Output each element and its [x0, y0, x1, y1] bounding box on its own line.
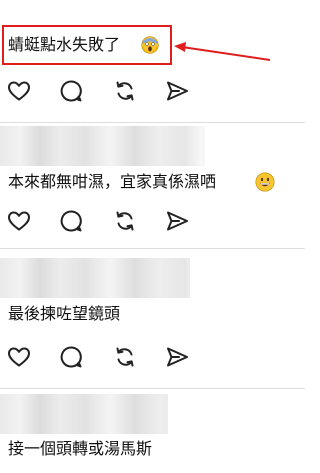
annotation-highlight-box	[2, 25, 172, 65]
grinning-face-icon	[255, 172, 275, 192]
action-bar	[6, 208, 196, 234]
divider	[0, 122, 305, 123]
comment-icon[interactable]	[58, 78, 84, 104]
share-icon[interactable]	[164, 344, 190, 370]
comment-text: 本來都無咁濕，宜家真係濕哂	[8, 172, 217, 191]
author-name-blurred	[0, 258, 190, 298]
heart-icon[interactable]	[6, 78, 32, 104]
divider	[0, 248, 305, 249]
author-name-blurred	[0, 126, 205, 166]
comment-icon[interactable]	[58, 208, 84, 234]
heart-icon[interactable]	[6, 208, 32, 234]
author-name-blurred	[0, 394, 168, 434]
repost-icon[interactable]	[112, 208, 138, 234]
comment-text: 最後揀咗望鏡頭	[8, 304, 121, 323]
action-bar	[6, 78, 196, 104]
heart-icon[interactable]	[6, 344, 32, 370]
comment-icon[interactable]	[58, 344, 84, 370]
comment-text: 接一個頭轉或湯馬斯	[8, 439, 153, 458]
action-bar	[6, 344, 196, 370]
divider	[0, 388, 305, 389]
share-icon[interactable]	[164, 208, 190, 234]
share-icon[interactable]	[164, 78, 190, 104]
annotation-arrow	[174, 42, 271, 61]
repost-icon[interactable]	[112, 344, 138, 370]
repost-icon[interactable]	[112, 78, 138, 104]
